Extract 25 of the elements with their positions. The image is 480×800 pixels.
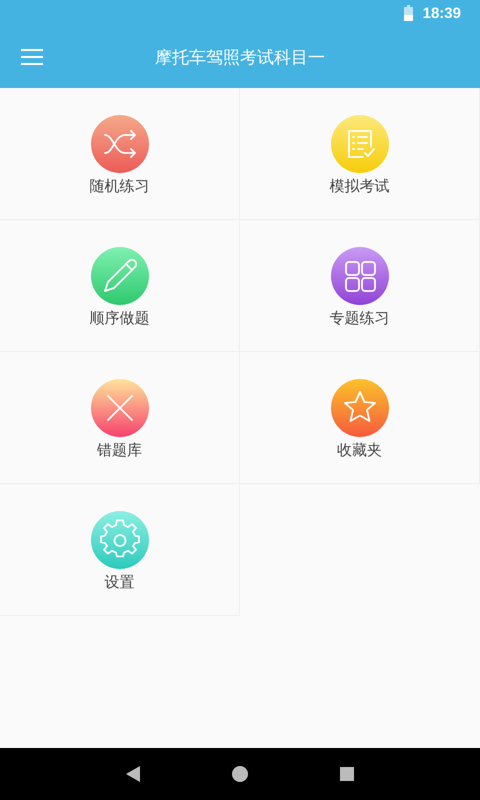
checklist-icon — [330, 115, 388, 173]
menu-tile[interactable]: 专题练习 — [240, 220, 480, 352]
menu-tile[interactable]: 顺序做题 — [0, 220, 240, 352]
menu-label: 模拟考试 — [330, 177, 390, 196]
shuffle-icon — [90, 115, 148, 173]
battery-icon — [404, 5, 413, 21]
gear-icon — [90, 511, 148, 569]
menu-label: 错题库 — [97, 441, 142, 460]
grid-icon — [330, 247, 388, 305]
menu-tile[interactable]: 设置 — [0, 484, 240, 616]
menu-label: 设置 — [104, 573, 134, 592]
menu-tile[interactable]: 错题库 — [0, 352, 240, 484]
menu-label: 专题练习 — [330, 309, 390, 328]
menu-tile[interactable]: 收藏夹 — [240, 352, 480, 484]
app-title: 摩托车驾照考试科目一 — [155, 46, 325, 68]
clock-time: 18:39 — [422, 4, 461, 22]
menu-label: 顺序做题 — [90, 309, 150, 328]
cross-icon — [90, 379, 148, 437]
home-icon[interactable] — [232, 766, 248, 782]
back-icon[interactable] — [126, 766, 140, 782]
pencil-icon — [90, 247, 148, 305]
menu-tile[interactable]: 随机练习 — [0, 88, 240, 220]
menu-label: 收藏夹 — [337, 441, 382, 460]
menu-tile[interactable]: 模拟考试 — [240, 88, 480, 220]
menu-label: 随机练习 — [90, 177, 150, 196]
